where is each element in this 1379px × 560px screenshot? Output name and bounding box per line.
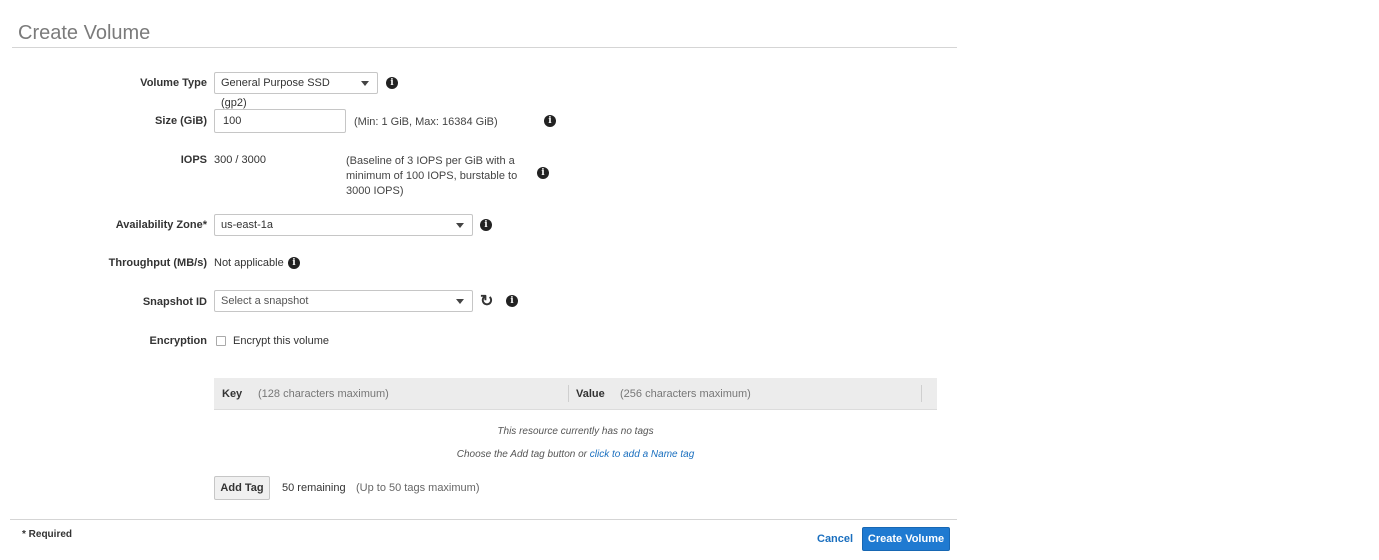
info-icon[interactable]: i bbox=[506, 295, 518, 307]
chevron-down-icon bbox=[456, 299, 464, 304]
key-column-header: Key bbox=[222, 388, 243, 400]
volume-type-label: Volume Type bbox=[140, 77, 207, 89]
chevron-down-icon bbox=[361, 81, 369, 86]
encrypt-checkbox[interactable] bbox=[216, 336, 226, 346]
volume-type-value: General Purpose SSD (gp2) bbox=[221, 77, 330, 109]
required-note: * Required bbox=[22, 529, 73, 540]
availability-zone-select[interactable]: us-east-1a bbox=[214, 214, 473, 236]
info-icon[interactable]: i bbox=[288, 257, 300, 269]
availability-zone-label: Availability Zone* bbox=[115, 219, 207, 231]
iops-value: 300 / 3000 bbox=[214, 154, 266, 166]
add-tag-help-text: Choose the Add tag button or bbox=[456, 449, 590, 460]
encryption-label: Encryption bbox=[149, 335, 207, 347]
info-icon[interactable]: i bbox=[537, 167, 549, 179]
iops-hint-line: 3000 IOPS) bbox=[346, 185, 404, 197]
iops-label: IOPS bbox=[180, 154, 207, 166]
availability-zone-value: us-east-1a bbox=[221, 219, 273, 231]
tags-table-header: Key (128 characters maximum) Value (256 … bbox=[214, 378, 937, 410]
add-tag-button[interactable]: Add Tag bbox=[214, 476, 270, 500]
refresh-icon[interactable]: ↻ bbox=[480, 294, 493, 310]
title-divider bbox=[12, 47, 957, 48]
snapshot-select[interactable]: Select a snapshot bbox=[214, 290, 473, 312]
tags-limit-note: (Up to 50 tags maximum) bbox=[356, 482, 480, 494]
footer-divider bbox=[10, 519, 957, 520]
iops-hint-line: (Baseline of 3 IOPS per GiB with a bbox=[346, 155, 515, 167]
encrypt-checkbox-label[interactable]: Encrypt this volume bbox=[233, 335, 329, 347]
snapshot-placeholder: Select a snapshot bbox=[221, 295, 309, 307]
page-title: Create Volume bbox=[18, 22, 151, 44]
size-label: Size (GiB) bbox=[155, 115, 207, 127]
volume-type-select[interactable]: General Purpose SSD (gp2) bbox=[214, 72, 378, 109]
iops-hint-line: minimum of 100 IOPS, burstable to bbox=[346, 170, 518, 182]
cancel-button[interactable]: Cancel bbox=[817, 533, 853, 545]
throughput-label: Throughput (MB/s) bbox=[108, 257, 207, 269]
size-hint: (Min: 1 GiB, Max: 16384 GiB) bbox=[354, 116, 498, 128]
value-column-header: Value bbox=[576, 388, 605, 400]
iops-hint: (Baseline of 3 IOPS per GiB with a minim… bbox=[346, 154, 517, 199]
size-input[interactable]: 100 bbox=[214, 109, 346, 133]
tags-remaining: 50 remaining bbox=[282, 482, 346, 494]
chevron-down-icon bbox=[456, 223, 464, 228]
key-column-hint: (128 characters maximum) bbox=[258, 388, 389, 400]
column-divider bbox=[921, 385, 922, 402]
create-volume-button[interactable]: Create Volume bbox=[862, 527, 950, 551]
info-icon[interactable]: i bbox=[386, 77, 398, 89]
add-name-tag-link[interactable]: click to add a Name tag bbox=[590, 449, 695, 460]
add-tag-help: Choose the Add tag button or click to ad… bbox=[214, 449, 937, 460]
value-column-hint: (256 characters maximum) bbox=[620, 388, 751, 400]
snapshot-label: Snapshot ID bbox=[142, 296, 207, 308]
info-icon[interactable]: i bbox=[544, 115, 556, 127]
column-divider bbox=[568, 385, 569, 402]
throughput-value: Not applicable bbox=[214, 257, 284, 269]
info-icon[interactable]: i bbox=[480, 219, 492, 231]
no-tags-message: This resource currently has no tags bbox=[497, 426, 654, 437]
